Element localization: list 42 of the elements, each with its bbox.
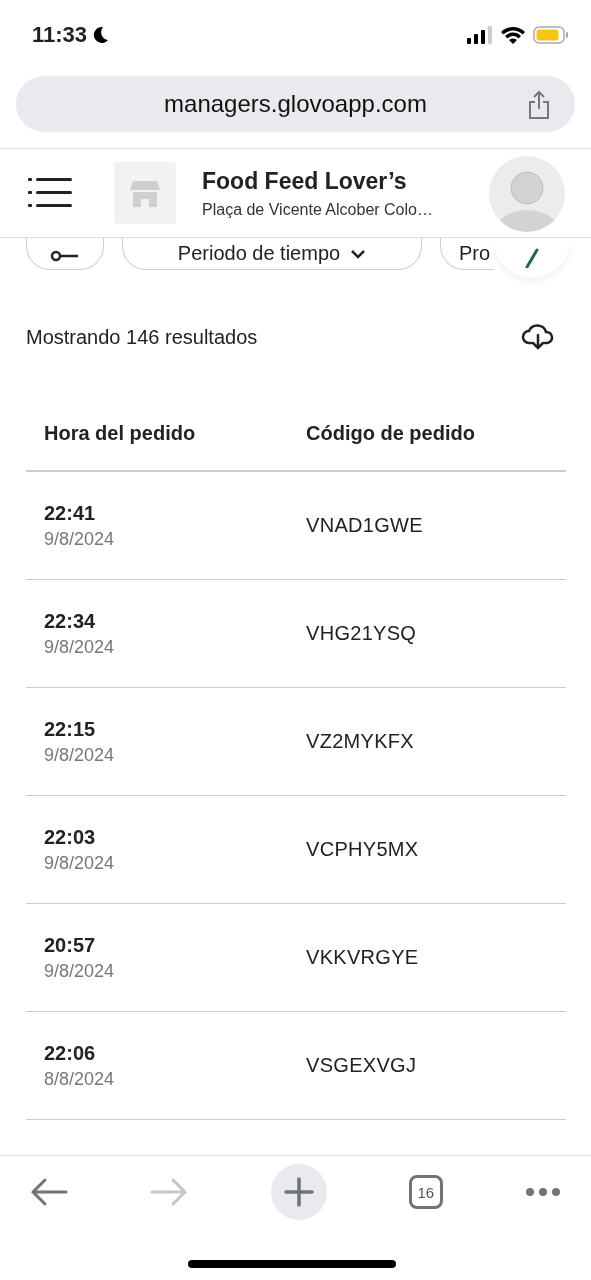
storefront-icon xyxy=(130,179,160,207)
order-time: 22:41 xyxy=(44,501,97,525)
more-icon[interactable] xyxy=(525,1187,561,1197)
store-address: Plaça de Vicente Alcober Colo… xyxy=(202,200,434,219)
order-date: 8/8/2024 xyxy=(44,1068,116,1090)
order-date: 9/8/2024 xyxy=(44,744,116,766)
share-icon[interactable] xyxy=(527,90,551,120)
order-code: VNAD1GWE xyxy=(306,514,424,537)
order-date: 9/8/2024 xyxy=(44,960,116,982)
order-code: VHG21YSQ xyxy=(306,622,418,645)
period-dropdown[interactable]: Periodo de tiempo xyxy=(122,238,422,270)
filter-chip[interactable]: Pro xyxy=(440,238,494,270)
order-time: 20:57 xyxy=(44,933,97,957)
address-bar[interactable]: managers.glovoapp.com xyxy=(16,76,575,132)
order-code: VZ2MYKFX xyxy=(306,730,415,753)
back-arrow-icon[interactable] xyxy=(30,1177,68,1207)
wifi-icon xyxy=(501,26,525,44)
signal-icon xyxy=(467,26,493,44)
menu-icon[interactable] xyxy=(28,177,72,209)
order-date: 9/8/2024 xyxy=(44,636,116,658)
url-text: managers.glovoapp.com xyxy=(164,90,427,118)
plus-icon xyxy=(283,1177,314,1207)
order-time: 22:34 xyxy=(44,609,97,633)
order-date: 9/8/2024 xyxy=(44,528,116,550)
column-header: Código de pedido xyxy=(306,422,476,445)
tab-count-button[interactable]: 16 xyxy=(408,1175,443,1209)
column-header: Hora del pedido xyxy=(44,422,197,445)
order-code: VKKVRGYE xyxy=(306,946,420,969)
order-code: VCPHY5MX xyxy=(306,838,420,861)
order-time: 22:03 xyxy=(44,825,97,849)
battery-icon xyxy=(533,26,569,44)
order-time: 22:06 xyxy=(44,1041,97,1065)
order-code: VSGEXVGJ xyxy=(306,1054,418,1077)
cloud-download-icon[interactable] xyxy=(521,323,555,351)
moon-icon xyxy=(91,25,110,45)
filter-settings-button[interactable] xyxy=(26,238,104,270)
chevron-down-icon xyxy=(350,248,367,259)
order-time: 22:15 xyxy=(44,717,97,741)
results-count: Mostrando 146 resultados xyxy=(26,325,258,349)
clock-time: 11:33 xyxy=(32,22,88,48)
order-date: 9/8/2024 xyxy=(44,852,116,874)
store-name: Food Feed Lover’s xyxy=(202,167,408,195)
